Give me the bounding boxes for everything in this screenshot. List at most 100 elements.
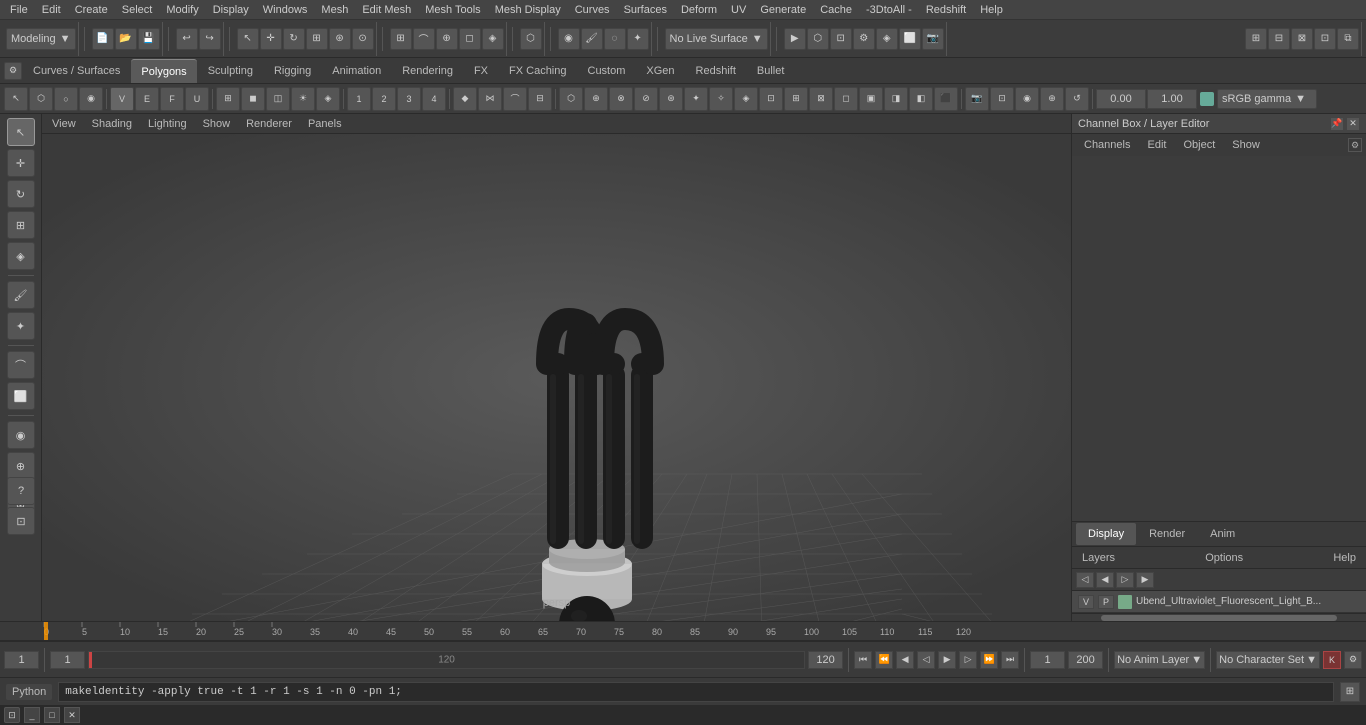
exposure-input[interactable] <box>1096 89 1146 109</box>
anim-tan-btn[interactable]: ⋈ <box>478 87 502 111</box>
show-tab[interactable]: Show <box>1224 136 1268 154</box>
no-live-surface-dropdown[interactable]: No Live Surface ▼ <box>665 28 768 50</box>
channels-tab[interactable]: Channels <box>1076 136 1138 154</box>
deform-tool-btn[interactable]: ◌ <box>604 28 626 50</box>
quality-1-btn[interactable]: 1 <box>347 87 371 111</box>
viewport-shading-menu[interactable]: Shading <box>88 118 136 130</box>
marquee-tool[interactable]: ⬜ <box>7 382 35 410</box>
cam-tool-4[interactable]: ⊕ <box>1040 87 1064 111</box>
jump-end-btn[interactable]: ⏭ <box>1001 651 1019 669</box>
layers-menu-options[interactable]: Options <box>1201 552 1247 564</box>
tab-bullet[interactable]: Bullet <box>747 59 795 83</box>
select-tool[interactable]: ↖ <box>7 118 35 146</box>
new-file-btn[interactable]: 📄 <box>92 28 114 50</box>
menu-deform[interactable]: Deform <box>675 0 723 20</box>
move-tool[interactable]: ✛ <box>7 149 35 177</box>
poly-tool-8[interactable]: ◈ <box>734 87 758 111</box>
render-cam-btn[interactable]: 📷 <box>922 28 944 50</box>
layout-btn-5[interactable]: ⧉ <box>1337 28 1359 50</box>
poly-tool-14[interactable]: ◨ <box>884 87 908 111</box>
tab-fx[interactable]: FX <box>464 59 498 83</box>
cam-tool-2[interactable]: ⊡ <box>990 87 1014 111</box>
menu-uv[interactable]: UV <box>725 0 752 20</box>
tab-redshift[interactable]: Redshift <box>686 59 746 83</box>
layout-btn-2[interactable]: ⊟ <box>1268 28 1290 50</box>
layers-add3-btn[interactable]: ▷ <box>1116 572 1134 588</box>
shaded-btn[interactable]: ◼ <box>241 87 265 111</box>
command-input[interactable] <box>58 682 1334 702</box>
layer-playback-btn[interactable]: P <box>1098 595 1114 609</box>
channel-box-close-btn[interactable]: ✕ <box>1346 117 1360 131</box>
tab-sculpting[interactable]: Sculpting <box>198 59 263 83</box>
poly-tool-7[interactable]: ✧ <box>709 87 733 111</box>
display-tab-render[interactable]: Render <box>1137 523 1197 545</box>
snap-surface-btn[interactable]: ◻ <box>459 28 481 50</box>
menu-select[interactable]: Select <box>116 0 159 20</box>
anim-key-btn[interactable]: ◆ <box>453 87 477 111</box>
next-key-btn[interactable]: ⏩ <box>980 651 998 669</box>
workspace-dropdown[interactable]: Modeling ▼ <box>6 28 76 50</box>
snap-viewplane-btn[interactable]: ◈ <box>482 28 504 50</box>
sculpt-tool[interactable]: ✦ <box>7 312 35 340</box>
auto-key-btn[interactable]: K <box>1323 651 1341 669</box>
move-tool-btn[interactable]: ✛ <box>260 28 282 50</box>
render-view-btn[interactable]: ⬜ <box>899 28 921 50</box>
menu-edit-mesh[interactable]: Edit Mesh <box>356 0 417 20</box>
poly-tool-15[interactable]: ◧ <box>909 87 933 111</box>
timeline-ruler[interactable]: 0 5 10 15 20 25 30 35 40 45 50 55 60 65 … <box>0 621 1366 641</box>
vertex-btn[interactable]: V <box>110 87 134 111</box>
menu-generate[interactable]: Generate <box>754 0 812 20</box>
max-frame-end[interactable] <box>1068 651 1103 669</box>
layout-btn-1[interactable]: ⊞ <box>1245 28 1267 50</box>
cam-tool-5[interactable]: ↺ <box>1065 87 1089 111</box>
channel-options-btn[interactable]: ⚙ <box>1348 138 1362 152</box>
wireframe-btn[interactable]: ⊞ <box>216 87 240 111</box>
tab-fx-caching[interactable]: FX Caching <box>499 59 576 83</box>
layout-btn-3[interactable]: ⊠ <box>1291 28 1313 50</box>
poly-tool-16[interactable]: ⬛ <box>934 87 958 111</box>
tab-custom[interactable]: Custom <box>578 59 636 83</box>
menu-cache[interactable]: Cache <box>814 0 858 20</box>
menu-mesh[interactable]: Mesh <box>315 0 354 20</box>
scale-tool-btn[interactable]: ⊞ <box>306 28 328 50</box>
poly-tool-12[interactable]: ◻ <box>834 87 858 111</box>
render-btn[interactable]: ▶ <box>784 28 806 50</box>
menu-curves[interactable]: Curves <box>569 0 616 20</box>
cluster-tool[interactable]: ⊕ <box>7 452 35 480</box>
sculpt-tool-btn[interactable]: ✦ <box>627 28 649 50</box>
layers-menu-layers[interactable]: Layers <box>1078 552 1119 564</box>
viewport-lighting-menu[interactable]: Lighting <box>144 118 191 130</box>
cam-tool-3[interactable]: ◉ <box>1015 87 1039 111</box>
viewport-canvas[interactable]: X Y Z persp <box>42 134 1071 621</box>
tab-curves-surfaces[interactable]: Curves / Surfaces <box>23 59 130 83</box>
menu-mesh-display[interactable]: Mesh Display <box>489 0 567 20</box>
poly-tool-4[interactable]: ⊘ <box>634 87 658 111</box>
script-editor-btn[interactable]: ⊞ <box>1340 682 1360 702</box>
maximize-btn[interactable]: □ <box>44 707 60 723</box>
range-end-input[interactable] <box>808 651 843 669</box>
layers-scrollbar[interactable] <box>1072 613 1366 621</box>
soft-select-btn[interactable]: ◉ <box>558 28 580 50</box>
help-btn[interactable]: ? <box>7 477 35 505</box>
jump-start-btn[interactable]: ⏮ <box>854 651 872 669</box>
menu-windows[interactable]: Windows <box>257 0 314 20</box>
frame-input-2[interactable] <box>50 651 85 669</box>
channel-box-pin-btn[interactable]: 📌 <box>1330 117 1344 131</box>
object-tab[interactable]: Object <box>1175 136 1223 154</box>
poly-tool-1[interactable]: ⬡ <box>559 87 583 111</box>
face-btn[interactable]: F <box>160 87 184 111</box>
prev-frame-btn[interactable]: ◀ <box>896 651 914 669</box>
object-mode-btn[interactable]: ○ <box>54 87 78 111</box>
close-btn[interactable]: ✕ <box>64 707 80 723</box>
ipr-btn[interactable]: ⬡ <box>807 28 829 50</box>
poly-tool-2[interactable]: ⊕ <box>584 87 608 111</box>
poly-tool-10[interactable]: ⊞ <box>784 87 808 111</box>
universal-manip-btn[interactable]: ⊛ <box>329 28 351 50</box>
last-tool-btn[interactable]: ⊙ <box>352 28 374 50</box>
play-back-btn[interactable]: ◁ <box>917 651 935 669</box>
render-settings-btn[interactable]: ⚙ <box>853 28 875 50</box>
menu-mesh-tools[interactable]: Mesh Tools <box>419 0 486 20</box>
viewport-view-menu[interactable]: View <box>48 118 80 130</box>
anim-layer-dropdown[interactable]: No Anim Layer ▼ <box>1114 651 1205 669</box>
menu-redshift[interactable]: Redshift <box>920 0 972 20</box>
